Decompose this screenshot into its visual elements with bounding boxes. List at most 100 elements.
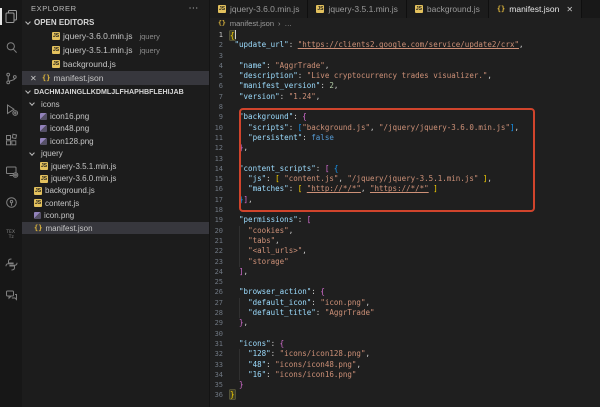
- code-line[interactable]: 8: [210, 102, 600, 112]
- sidebar-header: EXPLORER ⋯: [22, 0, 209, 16]
- code-line[interactable]: 28 "default_title": "AggrTrade": [210, 308, 600, 318]
- extensions-icon[interactable]: [0, 125, 22, 156]
- explorer-icon[interactable]: [0, 1, 22, 32]
- code-line[interactable]: 13: [210, 154, 600, 164]
- code-line[interactable]: 4 "name": "AggrTrade",: [210, 61, 600, 71]
- tab-background.js[interactable]: JSbackground.js: [407, 0, 489, 18]
- tree-file-manifest.json[interactable]: {}manifest.json: [22, 222, 209, 234]
- tree-file-icon128.png[interactable]: icon128.png: [22, 135, 209, 147]
- tree-file-content.js[interactable]: JScontent.js: [22, 197, 209, 209]
- comments-icon[interactable]: [0, 280, 22, 311]
- code-line[interactable]: 35 }: [210, 380, 600, 390]
- code-line[interactable]: 1{: [210, 30, 600, 40]
- code-line[interactable]: 30: [210, 329, 600, 339]
- line-number: 16: [210, 184, 230, 194]
- code-token: [230, 143, 239, 152]
- code-line[interactable]: 7 "version": "1.24",: [210, 92, 600, 102]
- source-control-icon[interactable]: [0, 63, 22, 94]
- code-line[interactable]: 9 "background": {: [210, 112, 600, 122]
- workspace-folder-header[interactable]: DACHMJAINGLLKDMLJLFHAPHBFLEHIJAB: [22, 85, 209, 98]
- code-line[interactable]: 19 "permissions": [: [210, 215, 600, 225]
- open-editor-item[interactable]: ✕{}manifest.json: [22, 71, 209, 85]
- tree-folder-icons[interactable]: icons: [22, 98, 209, 110]
- code-line[interactable]: 27 "default_icon": "icon.png",: [210, 298, 600, 308]
- code-token: ,: [275, 236, 280, 245]
- tree-file-jquery-3.6.0.min.js[interactable]: JSjquery-3.6.0.min.js: [22, 172, 209, 184]
- python-icon[interactable]: [0, 249, 22, 280]
- line-content: },: [230, 143, 248, 153]
- line-content: "permissions": [: [230, 215, 311, 225]
- code-token: :: [266, 174, 275, 183]
- line-content: "manifest_version": 2,: [230, 81, 338, 91]
- circle-extension-icon[interactable]: [0, 187, 22, 218]
- code-line[interactable]: 3: [210, 51, 600, 61]
- line-number: 32: [210, 349, 230, 359]
- tree-file-background.js[interactable]: JSbackground.js: [22, 185, 209, 197]
- code-line[interactable]: 29 },: [210, 318, 600, 328]
- tree-file-icon.png[interactable]: icon.png: [22, 210, 209, 222]
- vscode-window: TEXTz EXPLORER ⋯ OPEN EDITORS JSjquery-3…: [0, 0, 600, 407]
- line-number: 17: [210, 195, 230, 205]
- code-token: :: [266, 61, 275, 70]
- tab-close-icon[interactable]: ✕: [566, 5, 573, 14]
- chevron-down-icon: [25, 19, 31, 25]
- close-editor-icon[interactable]: ✕: [30, 74, 39, 83]
- code-line[interactable]: 33 "48": "icons/icon48.png",: [210, 360, 600, 370]
- tab-manifest.json[interactable]: {}manifest.json✕: [489, 0, 582, 18]
- remote-explorer-icon[interactable]: [0, 156, 22, 187]
- code-line[interactable]: 31 "icons": {: [210, 339, 600, 349]
- tab-jquery-3.6.0.min.js[interactable]: JSjquery-3.6.0.min.js: [210, 0, 308, 18]
- code-token: :: [289, 123, 298, 132]
- breadcrumb[interactable]: {} manifest.json › …: [210, 18, 600, 28]
- code-line[interactable]: 22 "<all_urls>",: [210, 246, 600, 256]
- search-icon[interactable]: [0, 32, 22, 63]
- code-token: "icon.png": [320, 298, 365, 307]
- explorer-title: EXPLORER: [31, 4, 77, 13]
- tree-folder-jquery[interactable]: jquery: [22, 148, 209, 160]
- code-line[interactable]: 24 ],: [210, 267, 600, 277]
- line-content: {: [230, 30, 236, 40]
- open-editor-item[interactable]: JSjquery-3.5.1.min.jsjquery: [22, 43, 209, 57]
- open-editor-item[interactable]: JSbackground.js: [22, 57, 209, 71]
- code-line[interactable]: 23 "storage": [210, 257, 600, 267]
- code-line[interactable]: 5 "description": "Live cryptocurrency tr…: [210, 71, 600, 81]
- run-debug-icon[interactable]: [0, 94, 22, 125]
- tree-file-icon48.png[interactable]: icon48.png: [22, 123, 209, 135]
- code-line[interactable]: 16 "matches": [ "http://*/*", "https://*…: [210, 184, 600, 194]
- code-token: "version": [239, 92, 280, 101]
- code-line[interactable]: 14 "content_scripts": [ {: [210, 164, 600, 174]
- line-content: "version": "1.24",: [230, 92, 320, 102]
- tab-jquery-3.5.1.min.js[interactable]: JSjquery-3.5.1.min.js: [308, 0, 406, 18]
- tree-file-jquery-3.5.1.min.js[interactable]: JSjquery-3.5.1.min.js: [22, 160, 209, 172]
- line-content: "128": "icons/icon128.png",: [230, 349, 370, 359]
- latex-workshop-icon[interactable]: TEXTz: [0, 218, 22, 249]
- code-line[interactable]: 6 "manifest_version": 2,: [210, 81, 600, 91]
- code-line[interactable]: 17 }],: [210, 195, 600, 205]
- code-editor[interactable]: 1{2 "update_url": "https://clients2.goog…: [210, 28, 600, 407]
- open-editor-folder-badge: jquery: [139, 46, 159, 55]
- line-number: 5: [210, 71, 230, 81]
- text-cursor: [235, 30, 236, 39]
- code-line[interactable]: 21 "tabs",: [210, 236, 600, 246]
- code-line[interactable]: 12 },: [210, 143, 600, 153]
- code-line[interactable]: 20 "cookies",: [210, 226, 600, 236]
- line-content: "default_icon": "icon.png",: [230, 298, 370, 308]
- code-line[interactable]: 10 "scripts": ["background.js", "/jquery…: [210, 123, 600, 133]
- code-token: :: [271, 349, 280, 358]
- code-line[interactable]: 15 "js": [ "content.js", "/jquery/jquery…: [210, 174, 600, 184]
- code-line[interactable]: 34 "16": "icons/icon16.png": [210, 370, 600, 380]
- code-line[interactable]: 32 "128": "icons/icon128.png",: [210, 349, 600, 359]
- code-line[interactable]: 36}: [210, 390, 600, 400]
- indent-guide: [239, 257, 240, 267]
- code-line[interactable]: 2 "update_url": "https://clients2.google…: [210, 40, 600, 50]
- more-actions-icon[interactable]: ⋯: [188, 3, 199, 14]
- line-content: "js": [ "content.js", "/jquery/jquery-3.…: [230, 174, 492, 184]
- tree-file-icon16.png[interactable]: icon16.png: [22, 110, 209, 122]
- code-line[interactable]: 18: [210, 205, 600, 215]
- open-editors-header[interactable]: OPEN EDITORS: [22, 16, 209, 29]
- code-token: ,: [356, 360, 361, 369]
- open-editor-item[interactable]: JSjquery-3.6.0.min.jsjquery: [22, 29, 209, 43]
- code-line[interactable]: 11 "persistent": false: [210, 133, 600, 143]
- code-line[interactable]: 26 "browser_action": {: [210, 287, 600, 297]
- code-line[interactable]: 25: [210, 277, 600, 287]
